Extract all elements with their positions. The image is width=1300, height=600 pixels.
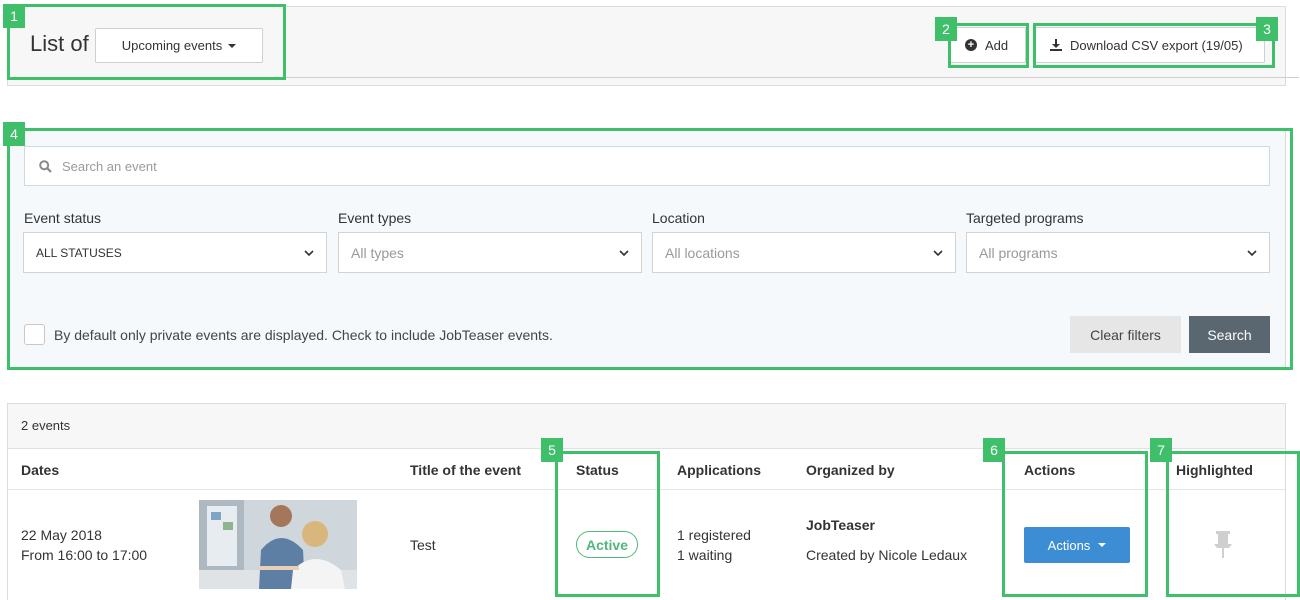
annotation-tag-2: 2 xyxy=(935,17,957,41)
event-thumbnail-image[interactable] xyxy=(199,500,357,589)
include-jobteaser-label: By default only private events are displ… xyxy=(54,327,553,343)
caret-down-icon xyxy=(1098,543,1107,547)
actions-button-label: Actions xyxy=(1047,537,1091,553)
column-header-highlighted: Highlighted xyxy=(1176,462,1253,478)
event-time: From 16:00 to 17:00 xyxy=(21,547,148,563)
chevron-down-icon xyxy=(619,249,629,256)
event-status-select[interactable]: ALL STATUSES xyxy=(23,232,327,273)
pin-icon[interactable] xyxy=(1212,531,1234,559)
column-header-organized-by: Organized by xyxy=(806,462,895,478)
registered-count: 1 registered xyxy=(677,527,751,543)
column-header-actions: Actions xyxy=(1024,462,1076,478)
event-types-select[interactable]: All types xyxy=(338,232,642,273)
period-dropdown[interactable]: Upcoming events xyxy=(95,28,263,63)
header-divider xyxy=(8,77,1299,78)
clear-filters-button[interactable]: Clear filters xyxy=(1070,316,1181,353)
event-photo-illustration xyxy=(199,500,357,589)
list-of-label: List of xyxy=(30,31,89,56)
created-by: Created by Nicole Ledaux xyxy=(806,547,968,563)
column-header-title: Title of the event xyxy=(410,462,521,478)
annotation-tag-3: 3 xyxy=(1256,17,1278,41)
period-dropdown-value: Upcoming events xyxy=(121,38,223,53)
add-button-label: Add xyxy=(985,37,1009,53)
download-csv-label: Download CSV export (19/05) xyxy=(1070,37,1243,53)
events-count-bar xyxy=(8,404,1285,449)
include-jobteaser-checkbox[interactable] xyxy=(24,324,45,345)
add-button[interactable]: + Add xyxy=(950,27,1026,63)
column-header-applications: Applications xyxy=(677,462,762,478)
waiting-count: 1 waiting xyxy=(677,547,733,563)
download-icon xyxy=(1050,39,1062,51)
download-csv-button[interactable]: Download CSV export (19/05) xyxy=(1035,27,1265,63)
location-label: Location xyxy=(652,210,705,226)
event-status-label: Event status xyxy=(24,210,102,226)
plus-circle-icon: + xyxy=(965,39,977,51)
event-types-value: All types xyxy=(351,244,404,261)
chevron-down-icon xyxy=(933,249,943,256)
location-select[interactable]: All locations xyxy=(652,232,956,273)
annotation-tag-1: 1 xyxy=(3,4,25,28)
annotation-tag-6: 6 xyxy=(983,438,1005,462)
targeted-programs-value: All programs xyxy=(979,244,1058,261)
location-value: All locations xyxy=(665,244,740,261)
organizer-name: JobTeaser xyxy=(806,517,875,533)
event-types-label: Event types xyxy=(338,210,412,226)
actions-dropdown-button[interactable]: Actions xyxy=(1024,527,1130,563)
event-date: 22 May 2018 xyxy=(21,527,102,543)
column-header-dates: Dates xyxy=(21,462,60,478)
annotation-tag-5: 5 xyxy=(541,438,563,462)
status-badge: Active xyxy=(576,531,638,558)
targeted-programs-select[interactable]: All programs xyxy=(966,232,1270,273)
event-status-value: ALL STATUSES xyxy=(36,245,122,260)
chevron-down-icon xyxy=(1247,249,1257,256)
event-title[interactable]: Test xyxy=(410,537,436,553)
search-input[interactable] xyxy=(62,158,1162,174)
caret-down-icon xyxy=(228,43,237,48)
events-count: 2 events xyxy=(21,418,71,433)
targeted-programs-label: Targeted programs xyxy=(966,210,1084,226)
annotation-tag-4: 4 xyxy=(3,122,25,146)
table-header-divider xyxy=(8,489,1285,490)
annotation-tag-7: 7 xyxy=(1150,438,1172,462)
column-header-status: Status xyxy=(576,462,619,478)
chevron-down-icon xyxy=(304,249,314,256)
search-icon xyxy=(39,159,52,173)
search-button[interactable]: Search xyxy=(1189,316,1270,353)
event-search-box[interactable] xyxy=(24,146,1270,186)
